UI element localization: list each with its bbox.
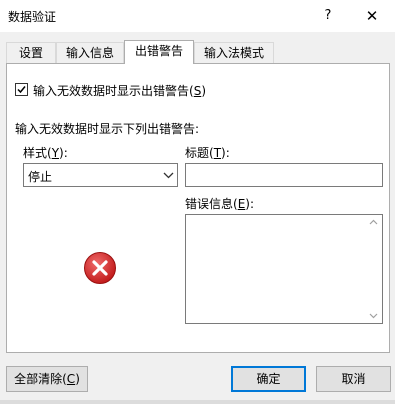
title-input[interactable]	[185, 163, 383, 187]
show-error-alert-checkbox[interactable]	[15, 83, 28, 96]
close-button[interactable]: ✕	[362, 6, 382, 26]
stop-error-icon	[84, 252, 116, 284]
error-alert-panel: 输入无效数据时显示出错警告(S) 输入无效数据时显示下列出错警告: 样式(Y):…	[6, 63, 390, 353]
chevron-down-icon[interactable]	[159, 164, 177, 186]
window-bottom-edge	[0, 400, 395, 404]
tab-ime-mode-label: 输入法模式	[203, 46, 264, 60]
tab-input-message-label: 输入信息	[65, 46, 114, 60]
clear-all-button[interactable]: 全部清除(C)	[6, 366, 88, 392]
cancel-button[interactable]: 取消	[316, 366, 391, 392]
scroll-up-icon[interactable]	[369, 219, 378, 225]
window-title: 数据验证	[8, 10, 57, 24]
title-bar: 数据验证 ? ✕	[0, 0, 395, 32]
tab-input-message[interactable]: 输入信息	[56, 42, 124, 63]
error-message-scrollbar[interactable]	[365, 215, 382, 323]
section-label: 输入无效数据时显示下列出错警告:	[15, 122, 200, 136]
tab-error-alert-label: 出错警告	[134, 44, 183, 58]
title-label: 标题(T):	[185, 146, 230, 160]
style-select[interactable]: 停止	[23, 163, 178, 187]
tab-ime-mode[interactable]: 输入法模式	[194, 42, 274, 63]
scroll-down-icon[interactable]	[369, 313, 378, 319]
help-button[interactable]: ?	[318, 6, 338, 26]
tab-error-alert[interactable]: 出错警告	[124, 40, 194, 64]
error-message-label: 错误信息(E):	[185, 197, 255, 211]
style-select-value: 停止	[28, 170, 53, 184]
style-label: 样式(Y):	[23, 146, 68, 160]
tab-settings[interactable]: 设置	[6, 42, 56, 63]
ok-button[interactable]: 确定	[231, 366, 306, 392]
tab-settings-label: 设置	[18, 46, 43, 60]
checkmark-icon	[17, 86, 26, 94]
show-error-alert-label: 输入无效数据时显示出错警告(S)	[33, 84, 206, 98]
error-message-textarea[interactable]	[185, 214, 383, 324]
